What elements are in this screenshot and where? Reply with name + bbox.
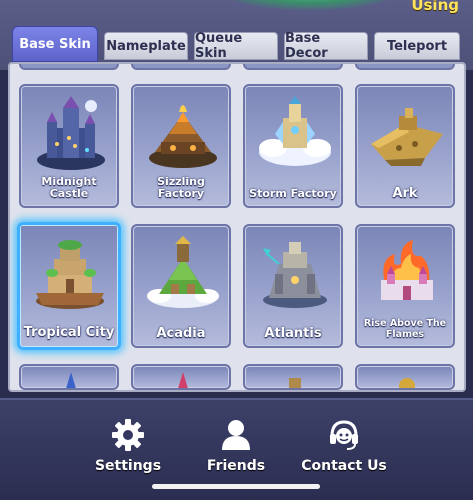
skin-card-storm-factory[interactable]: Storm Factory [243, 84, 343, 208]
tab-queue-skin[interactable]: Queue Skin [194, 31, 278, 61]
skin-card-rise-above-the-flames[interactable]: Rise Above The Flames [355, 224, 455, 348]
skin-name: Tropical City [23, 325, 115, 340]
person-icon [222, 420, 250, 450]
skin-card-partial[interactable] [131, 364, 231, 390]
nav-friends-button[interactable]: Friends [181, 418, 291, 474]
skin-card-partial[interactable] [19, 364, 119, 390]
tab-base-decor[interactable]: Base Decor [284, 31, 368, 61]
skin-card-tropical-city[interactable]: Tropical City [17, 222, 121, 350]
skin-card-midnight-castle[interactable]: Midnight Castle [19, 84, 119, 208]
skin-name: Acadia [156, 326, 206, 341]
skin-category-tabs: Base Skin Nameplate Queue Skin Base Deco… [12, 26, 462, 62]
skin-grid-panel[interactable]: Midnight Castle Sizzling Factory Storm F… [8, 62, 466, 392]
rise-above-the-flames-icon [381, 240, 433, 300]
skin-card-sizzling-factory[interactable]: Sizzling Factory [131, 84, 231, 208]
headset-icon [330, 420, 358, 450]
dome-top-icon [399, 378, 415, 388]
skin-name: Ark [392, 186, 418, 201]
skin-card-acadia[interactable]: Acadia [131, 224, 231, 348]
skin-card-partial[interactable] [355, 364, 455, 390]
previous-row-card [19, 64, 119, 70]
previous-row-card [131, 64, 231, 70]
midnight-castle-icon [37, 96, 105, 170]
storm-factory-icon [259, 96, 331, 166]
castle-spire-icon [66, 372, 76, 388]
nav-settings-label: Settings [94, 458, 162, 474]
skin-name: Sizzling Factory [157, 175, 205, 200]
ark-icon [371, 108, 443, 166]
acadia-icon [147, 236, 219, 308]
nav-settings-button[interactable]: Settings [73, 418, 183, 474]
nav-friends-label: Friends [206, 458, 266, 474]
previous-row-card [355, 64, 455, 70]
tab-teleport[interactable]: Teleport [374, 32, 460, 60]
skin-name: Storm Factory [249, 187, 337, 200]
header-glow-decoration [220, 0, 400, 10]
skin-card-ark[interactable]: Ark [355, 84, 455, 208]
castle-spire-icon [178, 372, 188, 388]
sizzling-factory-icon [149, 105, 217, 168]
tab-nameplate[interactable]: Nameplate [104, 32, 188, 60]
tower-top-icon [289, 378, 301, 388]
skin-name: Rise Above The Flames [363, 318, 447, 340]
gear-icon [112, 419, 144, 451]
skin-name: Atlantis [264, 326, 322, 341]
atlantis-icon [263, 242, 327, 308]
skin-name: Midnight Castle [41, 175, 97, 200]
tropical-city-icon [36, 240, 104, 309]
skin-card-atlantis[interactable]: Atlantis [243, 224, 343, 348]
using-status-label: Using [411, 0, 459, 14]
home-indicator[interactable] [152, 484, 320, 489]
nav-contact-us-button[interactable]: Contact Us [289, 418, 399, 474]
previous-row-card [243, 64, 343, 70]
nav-contact-us-label: Contact Us [301, 458, 387, 474]
skin-card-partial[interactable] [243, 364, 343, 390]
tab-base-skin[interactable]: Base Skin [12, 26, 98, 62]
